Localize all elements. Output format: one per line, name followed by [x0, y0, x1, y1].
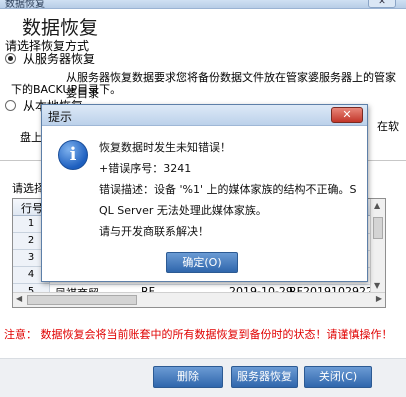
info-icon: i [58, 140, 88, 170]
dialog-message-line4: QL Server 无法处理此媒体家族。 [99, 204, 267, 217]
dialog-title: 提示 [48, 110, 73, 124]
dialog-message-line5: 请与开发商联系解决！ [99, 225, 209, 238]
dialog-message-line3: 错误描述：设备 '%1' 上的媒体家族的结构不正确。S [99, 183, 357, 196]
ok-button[interactable]: 确定(O) [166, 252, 238, 273]
dialog-close-button[interactable]: ✕ [331, 107, 363, 123]
error-dialog: 提示 ✕ i 恢复数据时发生未知错误！ +错误序号：3241 错误描述：设备 '… [41, 104, 368, 282]
dialog-message-line2: +错误序号：3241 [99, 162, 192, 175]
dialog-message-line1: 恢复数据时发生未知错误！ [99, 141, 231, 154]
dialog-title-bar: 提示 [42, 105, 367, 126]
